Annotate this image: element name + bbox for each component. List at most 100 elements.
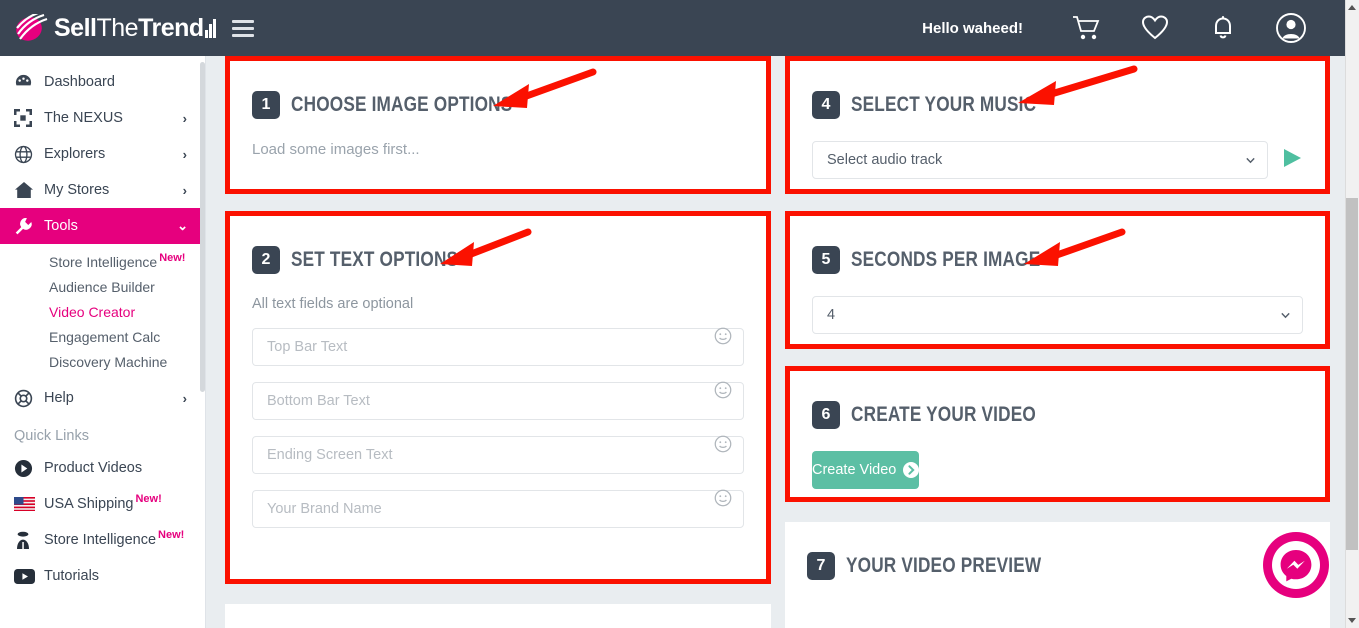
- sidebar-subitem-discovery-machine[interactable]: Discovery Machine: [0, 350, 205, 375]
- sidebar-item-help[interactable]: Help ›: [0, 380, 205, 416]
- heart-icon[interactable]: [1121, 15, 1189, 41]
- main-content-area: 1 CHOOSE IMAGE OPTIONS Load some images …: [206, 56, 1345, 628]
- load-images-note: Load some images first...: [230, 119, 766, 158]
- quicklink-usa-shipping[interactable]: USA ShippingNew!: [0, 486, 205, 522]
- panel-number-badge: 5: [812, 246, 840, 274]
- chevron-down-icon: [1245, 155, 1256, 166]
- sidebar-item-label: Tools: [44, 218, 177, 234]
- dashboard-icon: [14, 73, 44, 92]
- panel-seconds-per-image: 5 SECONDS PER IMAGE 4: [785, 211, 1330, 349]
- panel-title: CHOOSE IMAGE OPTIONS: [291, 93, 512, 117]
- scroll-up-arrow-icon[interactable]: [1347, 3, 1357, 13]
- new-badge: New!: [158, 529, 184, 541]
- brand-logo-area[interactable]: SellTheTrend: [0, 0, 206, 56]
- panel-create-your-video: 6 CREATE YOUR VIDEO Create Video: [785, 366, 1330, 502]
- quicklink-tutorials[interactable]: Tutorials: [0, 558, 205, 594]
- panel-number-badge: 2: [252, 246, 280, 274]
- ending-screen-text-field-wrap: [230, 420, 766, 474]
- panel-set-text-options: 2 SET TEXT OPTIONS All text fields are o…: [225, 211, 771, 584]
- left-column: 1 CHOOSE IMAGE OPTIONS Load some images …: [225, 56, 771, 628]
- right-column: 4 SELECT YOUR MUSIC Select audio track 5: [785, 56, 1330, 628]
- panel-choose-image-options: 1 CHOOSE IMAGE OPTIONS Load some images …: [225, 56, 771, 194]
- user-greeting: Hello waheed!: [922, 20, 1023, 37]
- panel-select-your-music: 4 SELECT YOUR MUSIC Select audio track: [785, 56, 1330, 194]
- panel-title: SELECT YOUR MUSIC: [851, 93, 1036, 117]
- panel-title: CREATE YOUR VIDEO: [851, 403, 1036, 427]
- sidebar-item-label: My Stores: [44, 182, 183, 198]
- bottom-bar-text-input[interactable]: [252, 382, 744, 420]
- brand-name-input[interactable]: [252, 490, 744, 528]
- panel-header: 1 CHOOSE IMAGE OPTIONS: [230, 61, 766, 119]
- sidebar-scrollbar-thumb[interactable]: [200, 62, 205, 392]
- sidebar-subitem-label: Engagement Calc: [49, 329, 160, 345]
- quicklink-store-intelligence[interactable]: Store IntelligenceNew!: [0, 522, 205, 558]
- audio-track-selected-value: Select audio track: [827, 152, 942, 168]
- panel-header: 7 YOUR VIDEO PREVIEW: [785, 522, 1330, 580]
- sidebar-subitem-label: Store Intelligence: [49, 254, 157, 270]
- page-scrollbar-thumb[interactable]: [1346, 198, 1358, 550]
- brand-name: SellTheTrend: [54, 14, 216, 43]
- emoji-picker-icon[interactable]: [714, 489, 732, 507]
- hamburger-bar: [232, 34, 254, 37]
- sidebar-item-label: The NEXUS: [44, 110, 183, 126]
- panel-number-badge: 1: [252, 91, 280, 119]
- bar-chart-icon: [205, 19, 216, 38]
- chevron-right-icon: ›: [183, 391, 205, 406]
- hamburger-menu-button[interactable]: [232, 16, 254, 41]
- page-root: SellTheTrend Hello waheed!: [0, 0, 1359, 628]
- globe-icon: [14, 145, 44, 164]
- panel-number-badge: 7: [807, 552, 835, 580]
- new-badge: New!: [159, 252, 185, 264]
- panel-header: 5 SECONDS PER IMAGE: [790, 216, 1325, 274]
- create-video-button[interactable]: Create Video: [812, 451, 919, 489]
- emoji-picker-icon[interactable]: [714, 327, 732, 345]
- quicklink-label: Tutorials: [44, 568, 99, 584]
- sidebar-subitem-video-creator[interactable]: Video Creator: [0, 300, 205, 325]
- panel-your-video-preview: 7 YOUR VIDEO PREVIEW: [785, 522, 1330, 628]
- user-avatar-icon[interactable]: [1257, 12, 1325, 44]
- quicklink-label: Product Videos: [44, 460, 142, 476]
- sidebar-item-label: Help: [44, 390, 183, 406]
- sidebar-item-label: Store IntelligenceNew!: [44, 532, 205, 548]
- scroll-down-arrow-icon[interactable]: [1347, 615, 1357, 625]
- sidebar-item-dashboard[interactable]: Dashboard: [0, 64, 205, 100]
- sidebar-subitem-engagement-calc[interactable]: Engagement Calc: [0, 325, 205, 350]
- sidebar-subitem-store-intelligence[interactable]: Store IntelligenceNew!: [0, 250, 205, 275]
- cart-icon[interactable]: [1053, 15, 1121, 41]
- sidebar-item-my-stores[interactable]: My Stores ›: [0, 172, 205, 208]
- arrow-right-circle-icon: [903, 462, 919, 478]
- sidebar-item-explorers[interactable]: Explorers ›: [0, 136, 205, 172]
- sidebar-subitem-audience-builder[interactable]: Audience Builder: [0, 275, 205, 300]
- play-circle-icon: [14, 459, 44, 478]
- panel-title: SECONDS PER IMAGE: [851, 248, 1040, 272]
- messenger-chat-icon: [1278, 547, 1314, 583]
- sidebar-item-tools[interactable]: Tools ⌄: [0, 208, 206, 244]
- messenger-bubble: [1272, 541, 1320, 589]
- bell-icon[interactable]: [1189, 15, 1257, 41]
- sidebar-subitem-label: Audience Builder: [49, 279, 155, 295]
- nexus-icon: [14, 109, 44, 127]
- play-audio-button[interactable]: [1281, 147, 1303, 174]
- audio-track-row: Select audio track: [790, 119, 1325, 179]
- emoji-picker-icon[interactable]: [714, 381, 732, 399]
- sidebar-subitem-label: Video Creator: [49, 304, 135, 320]
- brand-the: The: [96, 14, 138, 42]
- sidebar-item-the-nexus[interactable]: The NEXUS ›: [0, 100, 205, 136]
- chevron-down-icon: [1280, 310, 1291, 321]
- sidebar-item-label: USA ShippingNew!: [44, 496, 205, 512]
- new-badge: New!: [135, 493, 161, 505]
- audio-track-select[interactable]: Select audio track: [812, 141, 1268, 179]
- sidebar-item-label: Dashboard: [44, 74, 187, 90]
- emoji-picker-icon[interactable]: [714, 435, 732, 453]
- panel-header: 6 CREATE YOUR VIDEO: [790, 371, 1325, 429]
- brand-sell: Sell: [54, 14, 96, 42]
- quicklink-product-videos[interactable]: Product Videos: [0, 450, 205, 486]
- top-bar-text-input[interactable]: [252, 328, 744, 366]
- panel-number-badge: 6: [812, 401, 840, 429]
- usa-flag-icon: [14, 497, 44, 511]
- messenger-chat-button[interactable]: [1263, 532, 1329, 598]
- ending-screen-text-input[interactable]: [252, 436, 744, 474]
- seconds-per-image-select[interactable]: 4: [812, 296, 1303, 334]
- selltrend-swoosh-icon: [14, 14, 48, 42]
- youtube-icon: [14, 569, 44, 584]
